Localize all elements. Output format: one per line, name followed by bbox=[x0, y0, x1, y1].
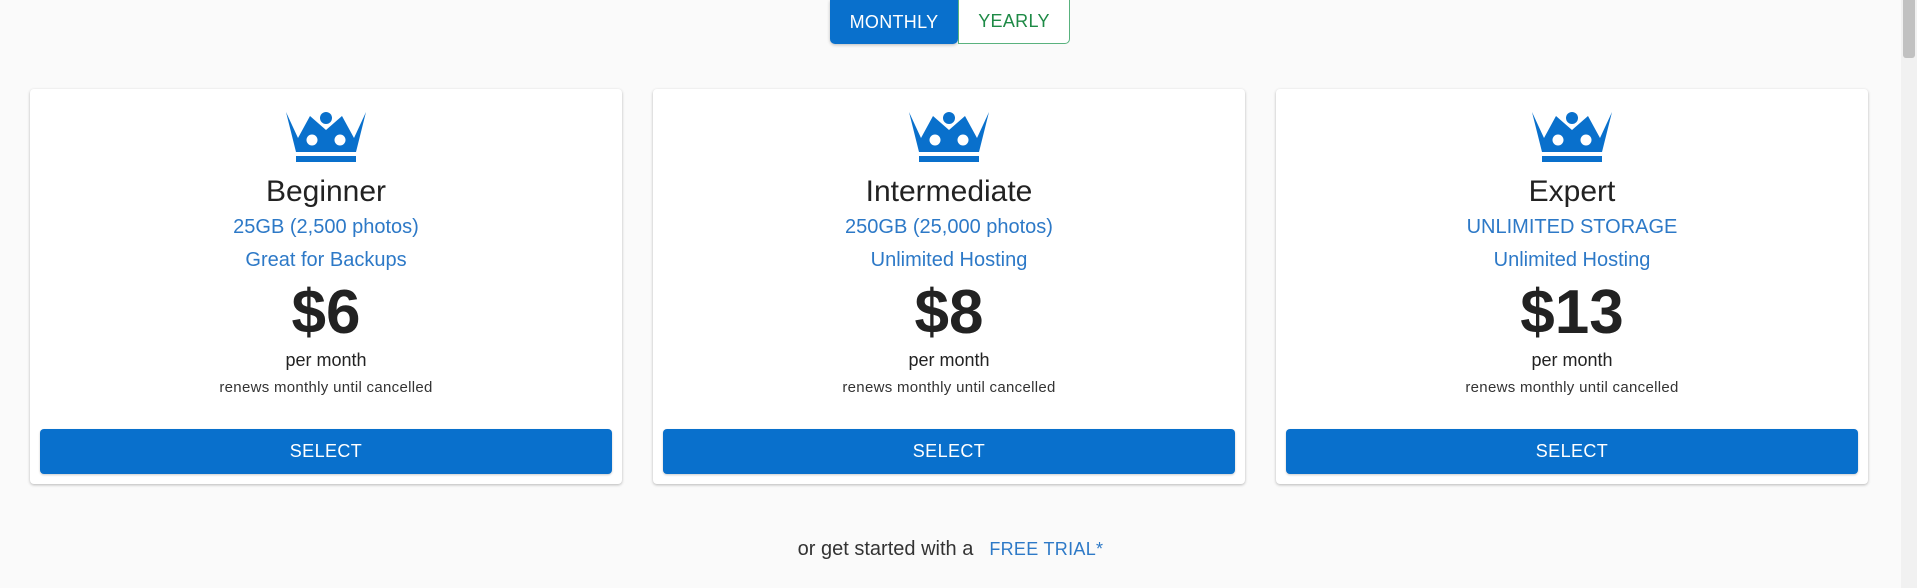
plan-renewal-note: renews monthly until cancelled bbox=[219, 379, 433, 396]
plan-price: $13 bbox=[1520, 278, 1624, 347]
plan-period: per month bbox=[1531, 350, 1613, 370]
yearly-toggle-button[interactable]: YEARLY bbox=[958, 0, 1070, 44]
plan-storage: UNLIMITED STORAGE bbox=[1466, 216, 1678, 238]
plan-perk: Unlimited Hosting bbox=[1493, 249, 1651, 271]
monthly-toggle-button[interactable]: MONTHLY bbox=[830, 0, 958, 44]
plan-storage: 25GB (2,500 photos) bbox=[233, 216, 419, 238]
crown-icon bbox=[1532, 112, 1612, 162]
plan-perk: Great for Backups bbox=[245, 249, 407, 271]
scrollbar-thumb[interactable] bbox=[1903, 0, 1915, 58]
plan-name: Beginner bbox=[265, 175, 387, 208]
pricing-page: MONTHLY YEARLY Beginner 25GB (2,500 phot… bbox=[0, 0, 1917, 588]
plan-renewal-note: renews monthly until cancelled bbox=[1465, 379, 1679, 396]
select-beginner-button[interactable]: SELECT bbox=[40, 429, 612, 474]
plan-card-beginner: Beginner 25GB (2,500 photos) Great for B… bbox=[30, 89, 622, 484]
plan-storage: 250GB (25,000 photos) bbox=[845, 216, 1053, 238]
plan-name: Expert bbox=[1528, 175, 1616, 208]
plan-name: Intermediate bbox=[865, 175, 1033, 208]
crown-icon bbox=[909, 112, 989, 162]
plan-renewal-note: renews monthly until cancelled bbox=[842, 379, 1056, 396]
select-intermediate-button[interactable]: SELECT bbox=[663, 429, 1235, 474]
crown-icon bbox=[286, 112, 366, 162]
billing-toggle: MONTHLY YEARLY bbox=[830, 0, 1070, 44]
footer-text: or get started with a bbox=[797, 538, 974, 560]
plan-card-intermediate: Intermediate 250GB (25,000 photos) Unlim… bbox=[653, 89, 1245, 484]
free-trial-link[interactable]: FREE TRIAL* bbox=[989, 539, 1103, 560]
plan-card-expert: Expert UNLIMITED STORAGE Unlimited Hosti… bbox=[1276, 89, 1868, 484]
plan-price: $6 bbox=[291, 278, 361, 347]
free-trial-footer: or get started with a FREE TRIAL* bbox=[0, 538, 1901, 561]
plan-perk: Unlimited Hosting bbox=[870, 249, 1028, 271]
page-scrollbar[interactable] bbox=[1901, 0, 1917, 588]
plan-price: $8 bbox=[914, 278, 984, 347]
select-expert-button[interactable]: SELECT bbox=[1286, 429, 1858, 474]
plan-period: per month bbox=[908, 350, 990, 370]
plan-period: per month bbox=[285, 350, 367, 370]
